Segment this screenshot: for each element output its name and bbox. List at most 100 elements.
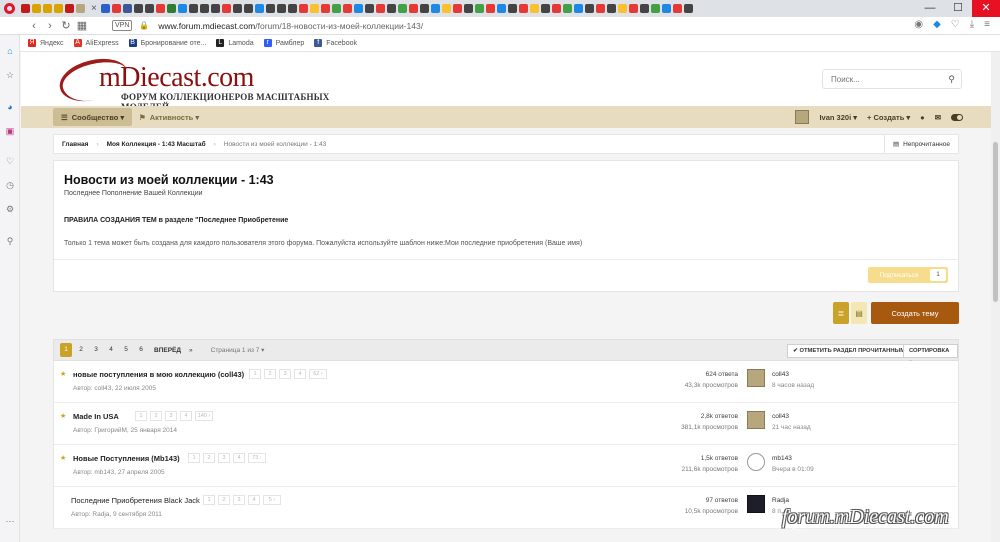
bookmark-yandex[interactable]: Я Яндекс — [28, 39, 64, 47]
topic-page-link[interactable]: 4 — [233, 453, 245, 463]
topic-page-link[interactable]: 1 — [188, 453, 200, 463]
last-post-time[interactable]: 8 часов назад — [772, 382, 814, 389]
heart-icon[interactable]: ♡ — [4, 155, 16, 167]
camera-icon[interactable]: ◉ — [914, 19, 923, 30]
tab-close-icon[interactable]: × — [91, 3, 97, 14]
tab-favicon-icon[interactable] — [133, 4, 143, 13]
tab-favicon-icon[interactable] — [364, 4, 374, 13]
topic-title[interactable]: Новые Поступления (Mb143) — [73, 454, 180, 463]
tab-favicon-icon[interactable] — [386, 4, 396, 13]
tab-favicon-icon[interactable] — [606, 4, 616, 13]
unread-link[interactable]: ▤ Непрочитанное — [883, 135, 958, 153]
tab-favicon-icon[interactable] — [617, 4, 627, 13]
globe-icon[interactable]: ● — [920, 113, 925, 122]
topic-page-link[interactable]: 3 — [279, 369, 291, 379]
tab-favicon-icon[interactable] — [210, 4, 220, 13]
avatar[interactable] — [747, 411, 765, 429]
tab-favicon-icon[interactable] — [375, 4, 385, 13]
tab-favicon-icon[interactable] — [309, 4, 319, 13]
tab-favicon-icon[interactable] — [65, 4, 74, 13]
topic-page-link[interactable]: 1 — [135, 411, 147, 421]
last-post-user[interactable]: Radja — [772, 497, 789, 504]
bookmark-aliexpress[interactable]: A AliExpress — [73, 39, 119, 47]
nav-community[interactable]: ☰ Сообщество ▾ — [53, 108, 133, 126]
menu-icon[interactable]: ≡ — [984, 19, 990, 30]
avatar[interactable] — [747, 495, 765, 513]
tab-favicon-icon[interactable] — [331, 4, 341, 13]
tab-favicon-icon[interactable] — [463, 4, 473, 13]
topic-page-link[interactable]: 1 — [249, 369, 261, 379]
tab-favicon-icon[interactable] — [287, 4, 297, 13]
page-link[interactable]: 3 — [90, 343, 102, 357]
back-icon[interactable]: ‹ — [26, 20, 42, 32]
tab-favicon-icon[interactable] — [683, 4, 693, 13]
mark-read-button[interactable]: ✔ ОТМЕТИТЬ РАЗДЕЛ ПРОЧИТАННЫМ — [787, 344, 912, 358]
tab-favicon-icon[interactable] — [573, 4, 583, 13]
reload-icon[interactable]: ↻ — [58, 19, 74, 32]
topic-title[interactable]: Последние Приобретения Black Jack — [71, 496, 200, 505]
tab-favicon-icon[interactable] — [243, 4, 253, 13]
messenger-icon[interactable]: ◕ — [4, 101, 16, 113]
tab-favicon-icon[interactable] — [672, 4, 682, 13]
instagram-icon[interactable]: ▣ — [4, 125, 16, 137]
tab-favicon-icon[interactable] — [155, 4, 165, 13]
minimize-button[interactable]: — — [916, 0, 944, 17]
tab-favicon-icon[interactable] — [408, 4, 418, 13]
page-link[interactable]: 4 — [105, 343, 117, 357]
tab-favicon-icon[interactable] — [584, 4, 594, 13]
topic-page-link[interactable]: 3 — [165, 411, 177, 421]
avatar[interactable] — [747, 453, 765, 471]
tab-favicon-icon[interactable] — [43, 4, 52, 13]
tab-favicon-icon[interactable] — [628, 4, 638, 13]
topic-page-link[interactable]: 2 — [203, 453, 215, 463]
bookmark-facebook[interactable]: f Facebook — [314, 39, 357, 47]
search-input[interactable] — [823, 70, 933, 88]
topic-page-link[interactable]: 73 › — [248, 453, 266, 463]
topic-page-link[interactable]: 5 › — [263, 495, 281, 505]
tab-favicon-icon[interactable] — [166, 4, 176, 13]
opera-logo-icon[interactable] — [4, 3, 15, 14]
tab-favicon-icon[interactable] — [562, 4, 572, 13]
tab-favicon-icon[interactable] — [474, 4, 484, 13]
user-menu[interactable]: Ivan 320i ▾ — [819, 113, 857, 122]
tab-favicon-icon[interactable] — [32, 4, 41, 13]
create-menu[interactable]: + Создать ▾ — [867, 113, 910, 122]
tab-favicon-icon[interactable] — [353, 4, 363, 13]
tab-favicon-icon[interactable] — [111, 4, 121, 13]
tab-favicon-icon[interactable] — [144, 4, 154, 13]
star-icon[interactable]: ☆ — [4, 69, 16, 81]
nav-activity[interactable]: ⚑ Активность ▾ — [139, 108, 199, 126]
tab-favicon-icon[interactable] — [496, 4, 506, 13]
user-avatar[interactable] — [795, 110, 810, 124]
last-post-user[interactable]: coll43 — [772, 371, 789, 378]
sort-button[interactable]: СОРТИРОВКА ▾ — [903, 344, 958, 366]
bookmark-lamoda[interactable]: L Lamoda — [216, 39, 254, 47]
tab-favicon-icon[interactable] — [221, 4, 231, 13]
topic-page-link[interactable]: 2 — [218, 495, 230, 505]
messages-icon[interactable]: ✉ — [935, 113, 941, 122]
topic-page-link[interactable]: 2 — [264, 369, 276, 379]
forward-icon[interactable]: › — [42, 20, 58, 32]
tab-favicon-icon[interactable] — [276, 4, 286, 13]
topic-page-link[interactable]: 62 › — [309, 369, 327, 379]
last-page-link[interactable]: » — [189, 347, 193, 354]
tab-favicon-icon[interactable] — [419, 4, 429, 13]
last-post-time[interactable]: 21 час назад — [772, 424, 811, 431]
page-link[interactable]: 6 — [135, 343, 147, 357]
create-topic-button[interactable]: Создать тему — [871, 302, 959, 324]
last-post-user[interactable]: coll43 — [772, 413, 789, 420]
tab-favicon-icon[interactable] — [485, 4, 495, 13]
topic-page-link[interactable]: 4 — [180, 411, 192, 421]
history-icon[interactable]: ◷ — [4, 179, 16, 191]
grid-view-button[interactable]: ▤ — [851, 302, 867, 324]
tab-favicon-icon[interactable] — [199, 4, 209, 13]
page-scrollbar[interactable] — [991, 52, 1000, 542]
breadcrumb-home[interactable]: Главная — [54, 141, 96, 148]
theme-toggle[interactable] — [951, 113, 963, 121]
topic-page-link[interactable]: 140 › — [195, 411, 213, 421]
page-link[interactable]: 5 — [120, 343, 132, 357]
tab-favicon-icon[interactable] — [441, 4, 451, 13]
topic-page-link[interactable]: 2 — [150, 411, 162, 421]
heart-icon[interactable]: ♡ — [951, 19, 960, 30]
tab-favicon-icon[interactable] — [265, 4, 275, 13]
